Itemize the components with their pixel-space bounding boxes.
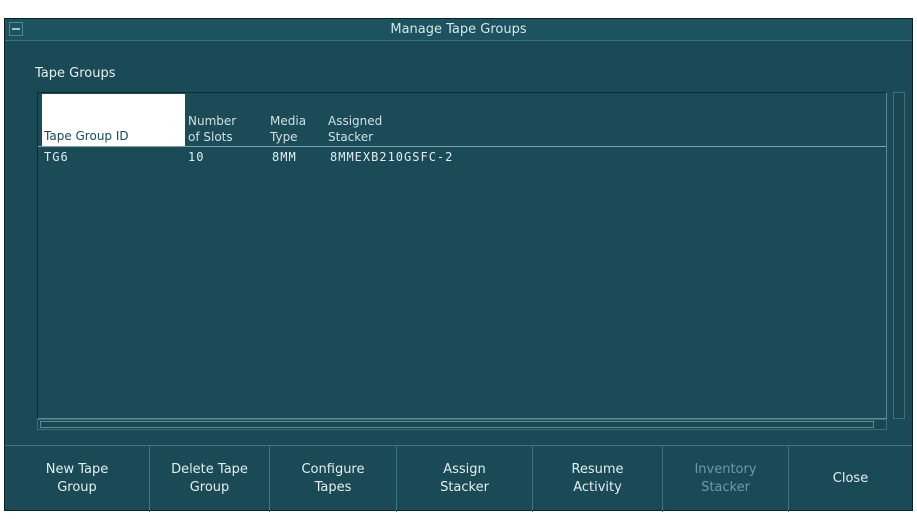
inventory-stacker-button: Inventory Stacker	[662, 446, 788, 512]
new-tape-group-button[interactable]: New Tape Group	[5, 446, 149, 512]
delete-tape-group-button[interactable]: Delete Tape Group	[149, 446, 269, 512]
vertical-scrollbar[interactable]	[893, 92, 905, 419]
cell-tape-group-id: TG6	[44, 150, 69, 164]
column-header-assigned-stacker[interactable]: Assigned Stacker	[328, 103, 448, 147]
table-header: Tape Group ID Number of Slots Media Type…	[38, 93, 886, 147]
button-bar: New Tape Group Delete Tape Group Configu…	[5, 445, 912, 512]
column-header-number-of-slots[interactable]: Number of Slots	[188, 103, 266, 147]
manage-tape-groups-window: Manage Tape Groups Tape Groups Tape Grou…	[4, 18, 913, 512]
cell-number-of-slots: 10	[188, 150, 205, 164]
table-row[interactable]: TG6 10 8MM 8MMEXB210GSFC-2	[38, 149, 886, 167]
cell-assigned-stacker: 8MMEXB210GSFC-2	[330, 150, 454, 164]
column-header-media-type[interactable]: Media Type	[270, 103, 320, 147]
title-bar: Manage Tape Groups	[5, 19, 912, 41]
table-body: TG6 10 8MM 8MMEXB210GSFC-2	[38, 149, 886, 167]
cell-media-type: 8MM	[272, 150, 297, 164]
horizontal-scrollbar[interactable]	[37, 419, 887, 430]
tape-groups-label: Tape Groups	[35, 66, 116, 81]
horizontal-scrollbar-thumb[interactable]	[40, 421, 874, 428]
tape-groups-list[interactable]: Tape Group ID Number of Slots Media Type…	[37, 92, 887, 419]
window-title: Manage Tape Groups	[390, 22, 527, 37]
close-button[interactable]: Close	[788, 446, 912, 512]
assign-stacker-button[interactable]: Assign Stacker	[396, 446, 532, 512]
column-header-tape-group-id[interactable]: Tape Group ID	[42, 94, 185, 146]
configure-tapes-button[interactable]: Configure Tapes	[269, 446, 396, 512]
resume-activity-button[interactable]: Resume Activity	[532, 446, 662, 512]
